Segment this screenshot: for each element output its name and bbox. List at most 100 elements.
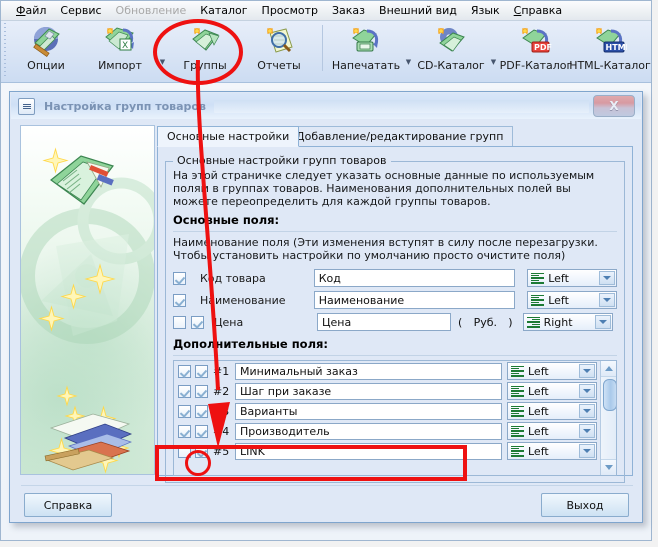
scroll-up-icon[interactable] [601, 361, 616, 377]
extra-field-2-input[interactable]: Шаг при заказе [235, 382, 502, 400]
scrollbar-thumb[interactable] [603, 379, 616, 411]
groupbox-main-settings: Основные настройки групп товаров На этой… [165, 154, 625, 483]
chevron-down-icon[interactable] [579, 364, 595, 378]
toolbar-button-pdf-catalog-label: PDF-Каталог [499, 59, 573, 72]
main-field-code-input[interactable]: Код [313, 269, 516, 287]
menu-item-view[interactable]: Просмотр [255, 3, 325, 19]
extra-fields-scrollbar[interactable] [600, 361, 616, 475]
dialog-titlebar[interactable]: Настройка групп товаров X [11, 93, 641, 119]
chevron-down-icon[interactable] [594, 315, 611, 329]
extra-field-1-input[interactable]: Минимальный заказ [235, 362, 502, 380]
chevron-down-icon[interactable] [599, 293, 615, 307]
main-field-price-checkbox-primary[interactable] [173, 315, 186, 329]
main-field-code-align-combo[interactable]: Left [527, 269, 617, 287]
extra-field-3-checkbox-primary[interactable] [178, 404, 191, 418]
print-icon [349, 25, 383, 57]
extra-field-1-align-combo[interactable]: Left [507, 362, 597, 380]
align-left-icon [511, 425, 524, 437]
toolbar-cd-dropdown-arrow[interactable]: ▼ [488, 58, 499, 66]
extra-field-1-number: #1 [213, 364, 230, 378]
extra-field-3-checkbox-secondary[interactable] [195, 404, 208, 418]
extra-field-2-align-combo[interactable]: Left [507, 382, 597, 400]
main-field-name-align-combo[interactable]: Left [527, 291, 617, 309]
toolbar-grip[interactable] [1, 23, 9, 79]
extra-field-4-checkbox-secondary[interactable] [195, 424, 208, 438]
toolbar-button-import[interactable]: X Импорт [83, 21, 157, 79]
main-field-code-align-value: Left [548, 271, 569, 285]
toolbar-button-groups[interactable]: Группы [168, 21, 242, 79]
toolbar-print-dropdown-arrow[interactable]: ▼ [403, 58, 414, 66]
menu-item-appearance[interactable]: Внешний вид [372, 3, 464, 19]
extra-field-4-input[interactable]: Производитель [235, 422, 502, 440]
extra-field-3-align-combo[interactable]: Left [507, 402, 597, 420]
menu-item-help[interactable]: Справка [507, 3, 569, 19]
chevron-down-icon[interactable] [579, 404, 595, 418]
extra-field-2-checkbox-secondary[interactable] [195, 384, 208, 398]
chevron-down-icon[interactable] [579, 384, 595, 398]
dialog-illustration [20, 125, 155, 475]
main-field-price-checkbox-secondary[interactable] [191, 315, 204, 329]
toolbar-button-pdf-catalog[interactable]: PDF PDF-Каталог [499, 21, 573, 79]
align-left-icon [511, 445, 524, 457]
dialog-title: Настройка групп товаров [44, 99, 206, 113]
main-field-name-label: Наименование [200, 293, 286, 307]
divider-1 [173, 231, 617, 232]
pdf-catalog-icon: PDF [519, 25, 553, 57]
main-field-row-code: Код товара Код Left [173, 268, 617, 288]
extra-field-5-checkbox-secondary[interactable] [195, 444, 208, 458]
align-left-icon [531, 294, 545, 306]
extra-field-4-align-value: Left [528, 424, 549, 438]
import-excel-icon: X [103, 25, 137, 57]
extra-field-5-checkbox-primary[interactable] [178, 444, 191, 458]
toolbar-button-print[interactable]: Напечатать [329, 21, 403, 79]
close-icon[interactable]: X [593, 95, 635, 117]
extra-field-5-align-combo[interactable]: Left [507, 442, 597, 460]
extra-field-3-input[interactable]: Варианты [235, 402, 502, 420]
tab-add-edit-groups[interactable]: Добавление/редактирование групп [286, 126, 514, 147]
toolbar-button-print-label: Напечатать [331, 59, 401, 72]
toolbar-button-cd-catalog[interactable]: CD-Каталог [414, 21, 488, 79]
menu-item-service[interactable]: Сервис [53, 3, 108, 19]
main-field-name-checkbox[interactable] [173, 293, 186, 307]
main-field-code-checkbox[interactable] [173, 271, 186, 285]
extra-field-1-align-value: Left [528, 364, 549, 378]
extra-field-3-align-value: Left [528, 404, 549, 418]
main-field-name-input[interactable]: Наименование [313, 291, 516, 309]
extra-field-5-input[interactable]: LINK [235, 442, 502, 460]
tab-main-settings[interactable]: Основные настройки [157, 126, 300, 147]
menu-item-file[interactable]: Файл [9, 3, 53, 19]
toolbar-separator [322, 25, 323, 71]
toolbar-button-html-catalog[interactable]: HTML HTML-Каталог [569, 21, 651, 79]
main-field-price-align-combo[interactable]: Right [522, 313, 613, 331]
main-fields-heading: Основные поля: [173, 213, 280, 227]
main-field-code-label: Код товара [200, 271, 266, 285]
extra-field-row-5: #5 LINK Left [174, 441, 599, 461]
extra-field-2-align-value: Left [528, 384, 549, 398]
extra-fields-heading: Дополнительные поля: [173, 337, 328, 351]
toolbar-button-options[interactable]: Опции [9, 21, 83, 79]
html-catalog-icon: HTML [593, 25, 631, 57]
extra-field-1-checkbox-secondary[interactable] [195, 364, 208, 378]
toolbar-button-reports[interactable]: Отчеты [242, 21, 316, 79]
toolbar-import-dropdown-arrow[interactable]: ▼ [157, 58, 168, 66]
extra-field-4-align-combo[interactable]: Left [507, 422, 597, 440]
scroll-down-icon[interactable] [601, 459, 616, 475]
main-field-price-input[interactable]: Цена [317, 313, 451, 331]
menu-item-order[interactable]: Заказ [325, 3, 372, 19]
align-left-icon [531, 272, 545, 284]
extra-field-2-checkbox-primary[interactable] [178, 384, 191, 398]
exit-button[interactable]: Выход [541, 493, 629, 517]
chevron-down-icon[interactable] [599, 271, 615, 285]
chevron-down-icon[interactable] [579, 444, 595, 458]
price-paren-close: ) [508, 315, 513, 329]
help-button[interactable]: Справка [24, 493, 112, 517]
dialog-system-menu-icon[interactable] [18, 97, 35, 115]
menu-item-language[interactable]: Язык [464, 3, 507, 19]
extra-field-4-checkbox-primary[interactable] [178, 424, 191, 438]
footer-divider [21, 485, 633, 486]
extra-field-1-checkbox-primary[interactable] [178, 364, 191, 378]
chevron-down-icon[interactable] [579, 424, 595, 438]
menu-item-catalog[interactable]: Каталог [193, 3, 254, 19]
menu-bar: Файл Сервис Обновление Каталог Просмотр … [1, 1, 651, 21]
svg-text:X: X [122, 41, 128, 51]
